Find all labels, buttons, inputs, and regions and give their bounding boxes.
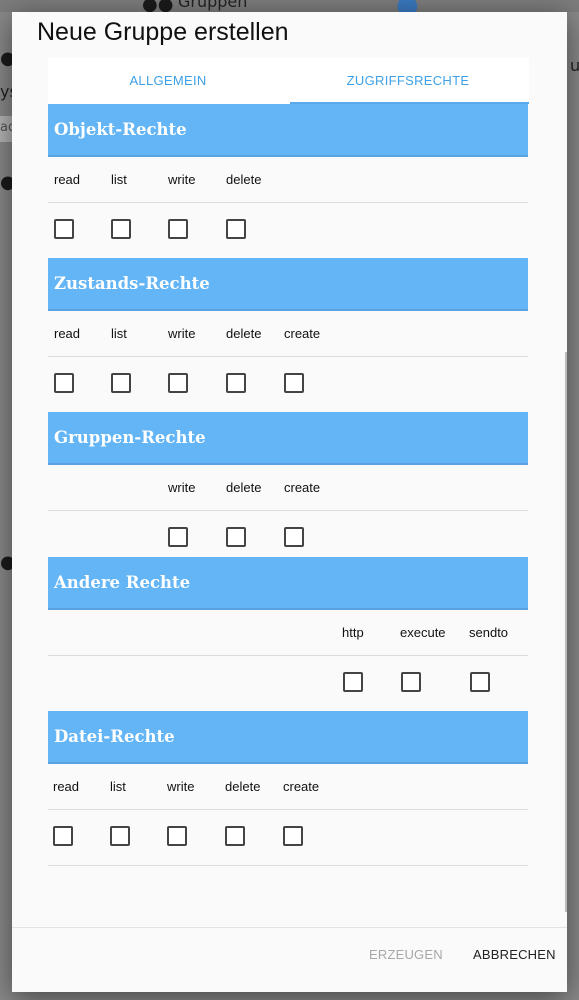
perm-label-delete: delete <box>226 480 262 495</box>
checkbox-file-read[interactable] <box>53 826 73 846</box>
perm-label-sendto: sendto <box>469 625 509 640</box>
perm-label-create: create <box>283 779 320 794</box>
checkbox-state-create[interactable] <box>284 373 304 393</box>
section-title: Gruppen-Rechte <box>54 428 206 447</box>
checkbox-object-read[interactable] <box>54 219 74 239</box>
perm-label-write: write <box>168 172 196 187</box>
create-button[interactable]: ERZEUGEN <box>369 947 443 962</box>
checkbox-state-read[interactable] <box>54 373 74 393</box>
checkbox-state-write[interactable] <box>168 373 188 393</box>
perm-label-delete: delete <box>226 172 262 187</box>
section-header-other-rights: Andere Rechte <box>48 557 528 610</box>
section-header-group-rights: Gruppen-Rechte <box>48 412 528 465</box>
divider <box>48 510 528 511</box>
perm-label-list: list <box>111 326 127 341</box>
scrollbar-thumb[interactable] <box>565 352 567 912</box>
checkbox-group-create[interactable] <box>284 527 304 547</box>
create-group-dialog: Neue Gruppe erstellen ALLGEMEIN ZUGRIFFS… <box>12 12 567 992</box>
checkbox-object-write[interactable] <box>168 219 188 239</box>
section-title: Objekt-Rechte <box>54 120 187 139</box>
cancel-button[interactable]: ABBRECHEN <box>473 947 556 962</box>
perm-label-create: create <box>284 326 321 341</box>
dialog-title: Neue Gruppe erstellen <box>37 18 289 46</box>
checkbox-other-execute[interactable] <box>401 672 421 692</box>
perm-label-write: write <box>168 326 196 341</box>
section-title: Andere Rechte <box>54 573 191 592</box>
section-header-state-rights: Zustands-Rechte <box>48 258 528 311</box>
perm-label-create: create <box>284 480 321 495</box>
checkbox-file-write[interactable] <box>167 826 187 846</box>
perm-label-write: write <box>168 480 196 495</box>
perm-label-write: write <box>167 779 195 794</box>
checkbox-group-delete[interactable] <box>226 527 246 547</box>
checkbox-file-delete[interactable] <box>225 826 245 846</box>
perm-label-read: read <box>54 326 81 341</box>
perm-label-execute: execute <box>400 625 446 640</box>
perm-label-list: list <box>110 779 126 794</box>
footer-divider <box>12 927 567 928</box>
divider <box>48 202 528 203</box>
checkbox-object-delete[interactable] <box>226 219 246 239</box>
perm-label-read: read <box>54 172 81 187</box>
background-text: u <box>570 56 579 75</box>
background-header-text: Gruppen <box>178 0 248 11</box>
checkbox-file-list[interactable] <box>110 826 130 846</box>
checkbox-other-http[interactable] <box>343 672 363 692</box>
checkbox-state-list[interactable] <box>111 373 131 393</box>
background-panel <box>0 0 579 12</box>
perm-label-delete: delete <box>225 779 261 794</box>
perm-label-http: http <box>342 625 364 640</box>
tab-general[interactable]: ALLGEMEIN <box>48 58 288 104</box>
perm-label-read: read <box>53 779 80 794</box>
perm-label-delete: delete <box>226 326 262 341</box>
checkbox-state-delete[interactable] <box>226 373 246 393</box>
divider <box>48 655 528 656</box>
tab-bar: ALLGEMEIN ZUGRIFFSRECHTE <box>48 58 529 104</box>
divider <box>48 356 528 357</box>
section-header-file-rights: Datei-Rechte <box>48 711 528 764</box>
checkbox-file-create[interactable] <box>283 826 303 846</box>
section-title: Zustands-Rechte <box>54 274 210 293</box>
checkbox-object-list[interactable] <box>111 219 131 239</box>
divider <box>48 865 528 866</box>
divider <box>48 809 528 810</box>
checkbox-group-write[interactable] <box>168 527 188 547</box>
checkbox-other-sendto[interactable] <box>470 672 490 692</box>
section-header-object-rights: Objekt-Rechte <box>48 104 528 157</box>
section-title: Datei-Rechte <box>54 727 175 746</box>
perm-label-list: list <box>111 172 127 187</box>
tab-access-rights[interactable]: ZUGRIFFSRECHTE <box>288 58 528 104</box>
